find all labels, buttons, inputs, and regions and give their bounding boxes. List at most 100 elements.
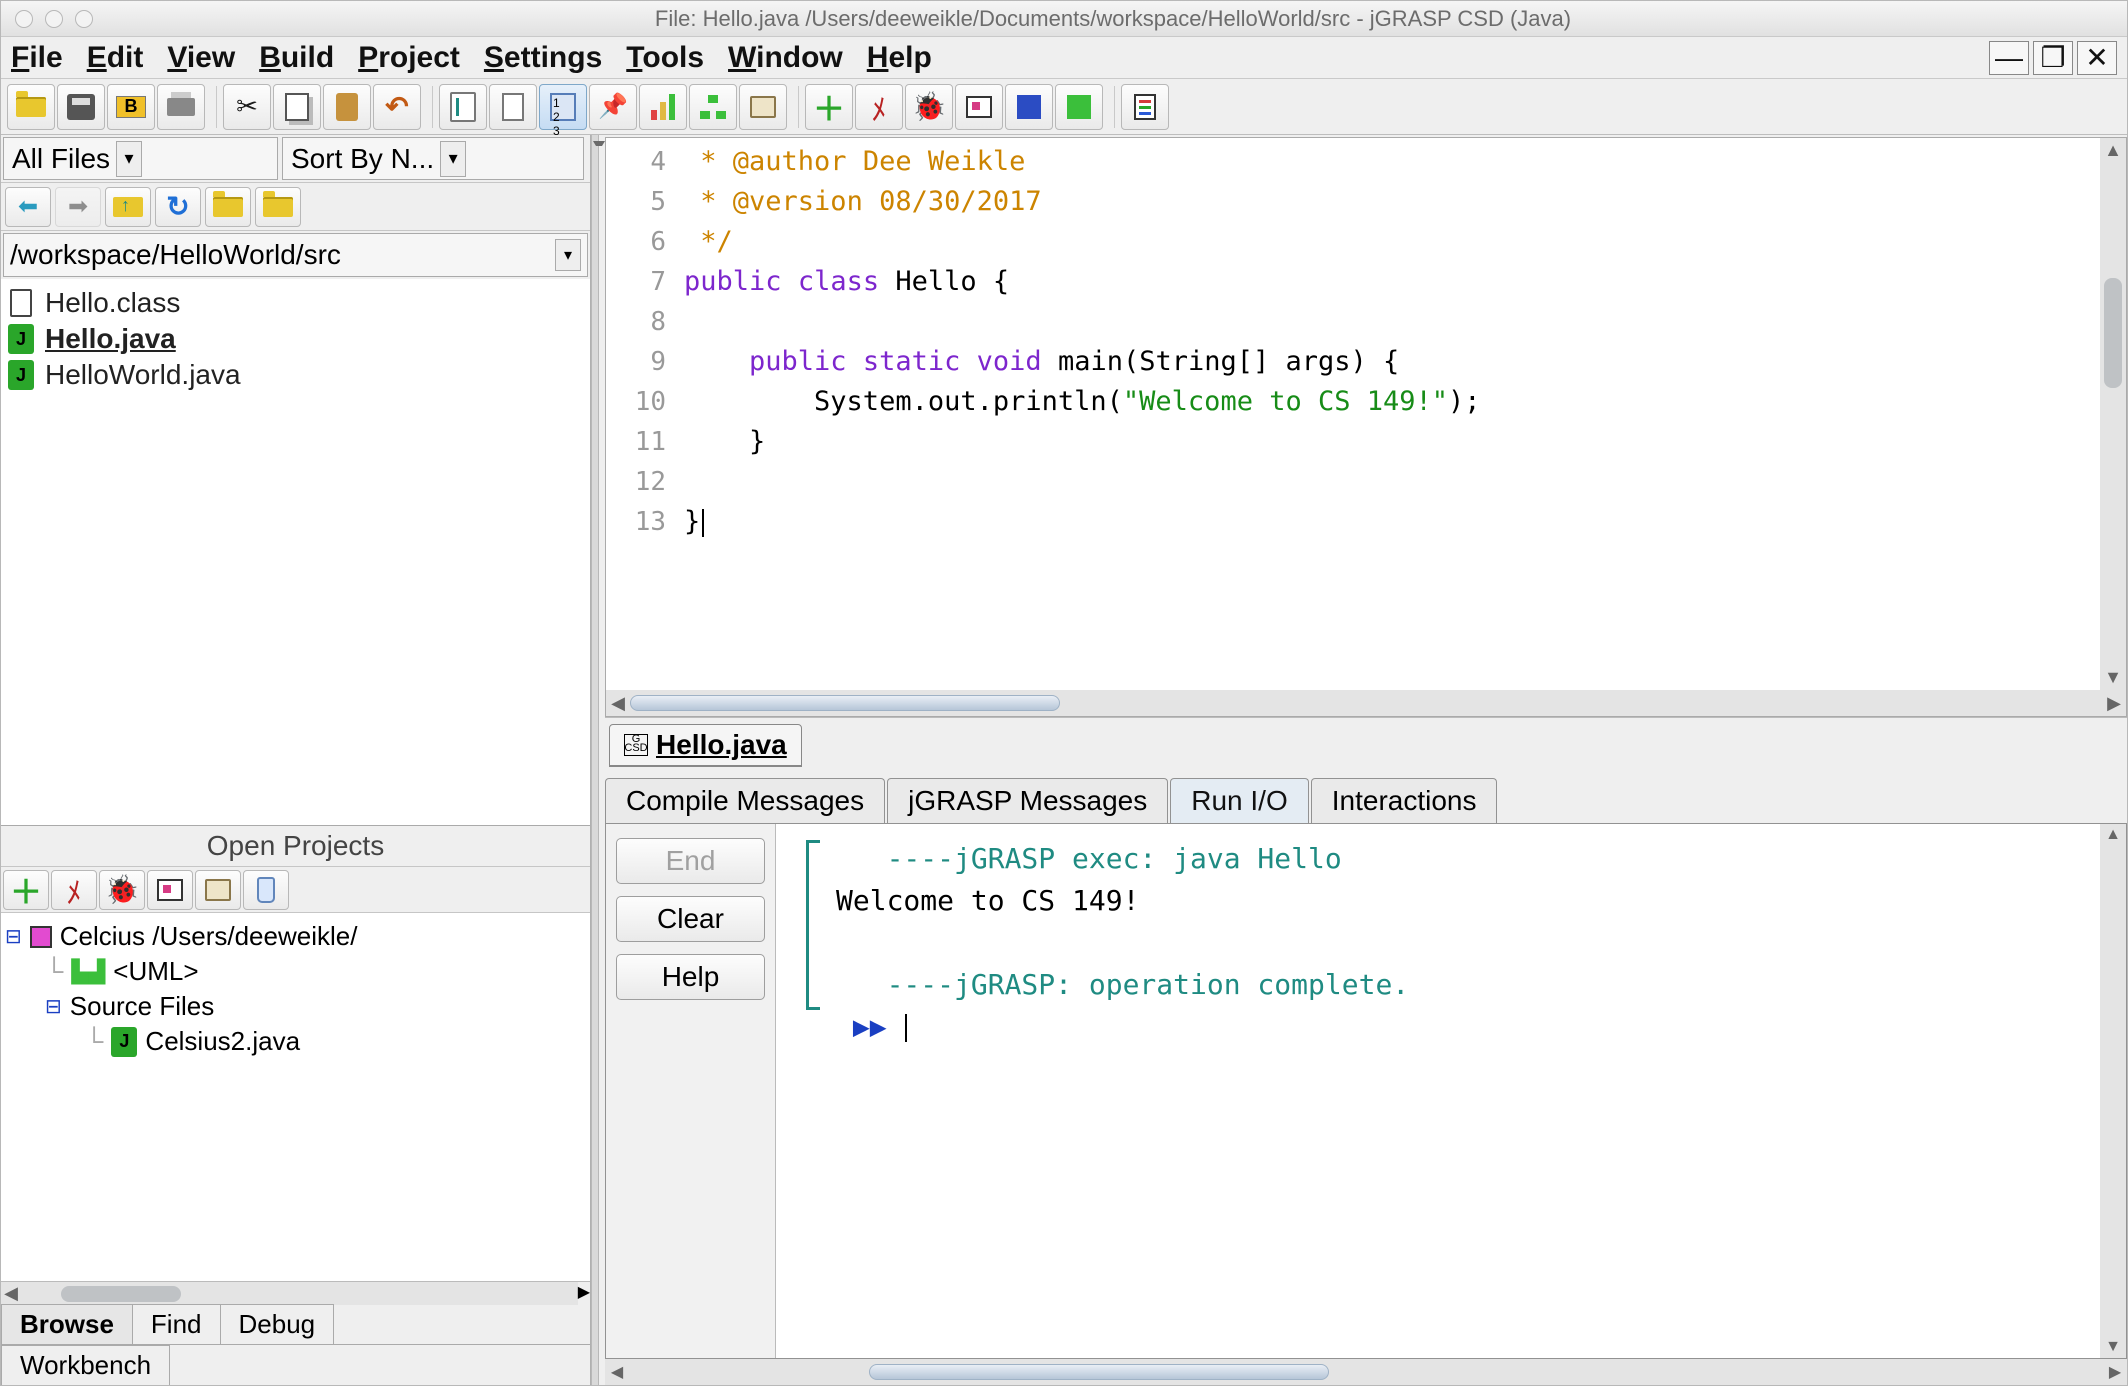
console-hscroll[interactable]: ◀ ▶ <box>605 1359 2127 1385</box>
sort-dropdown[interactable]: Sort By N... ▾ <box>282 137 584 180</box>
vertical-splitter[interactable] <box>591 135 599 1385</box>
sort-label: Sort By N... <box>291 143 434 175</box>
title-bar: File: Hello.java /Users/deeweikle/Docume… <box>1 1 2127 37</box>
file-name: HelloWorld.java <box>45 359 241 391</box>
expand-icon[interactable]: ⊟ <box>45 994 62 1019</box>
proj-run-icon[interactable]: ﾒ <box>51 870 97 910</box>
new-page-icon[interactable] <box>489 84 537 130</box>
back-icon[interactable]: ⬅ <box>5 187 51 227</box>
menu-project[interactable]: Project <box>358 41 460 75</box>
csd-icon[interactable] <box>439 84 487 130</box>
nav-row: ⬅ ➡ ↑ ↻ <box>1 183 590 231</box>
save-icon[interactable] <box>57 84 105 130</box>
debug-bug-icon[interactable]: 🐞 <box>905 84 953 130</box>
open-icon[interactable] <box>7 84 55 130</box>
proj-plus-icon[interactable]: ＋ <box>3 870 49 910</box>
chart-icon[interactable] <box>639 84 687 130</box>
file-item[interactable]: JHelloWorld.java <box>7 357 584 393</box>
file-item[interactable]: JHello.java <box>7 321 584 357</box>
blue-square-icon[interactable] <box>1005 84 1053 130</box>
folder1-icon[interactable] <box>205 187 251 227</box>
chevron-down-icon[interactable]: ▾ <box>555 239 581 271</box>
tab-debug[interactable]: Debug <box>220 1304 335 1344</box>
file-item[interactable]: Hello.class <box>7 285 584 321</box>
code-content[interactable]: * @author Dee Weikle * @version 08/30/20… <box>676 138 2100 690</box>
file-list[interactable]: Hello.classJHello.javaJHelloWorld.java <box>1 279 590 825</box>
console-help-button[interactable]: Help <box>616 954 765 1000</box>
refresh-icon[interactable]: ↻ <box>155 187 201 227</box>
undo-icon[interactable]: ↶ <box>373 84 421 130</box>
tab-workbench[interactable]: Workbench <box>1 1345 170 1385</box>
book-icon[interactable] <box>739 84 787 130</box>
java-file-icon: J <box>111 1027 137 1057</box>
tab-find[interactable]: Find <box>132 1304 221 1344</box>
project-tree[interactable]: ⊟ Celcius /Users/deeweikle/ └ ▙▟ <UML> ⊟… <box>1 913 590 1281</box>
editor-hscroll[interactable]: ◀▶ <box>606 690 2126 716</box>
left-tabs-row1: Browse Find Debug <box>1 1305 590 1345</box>
minimize-button[interactable]: — <box>1989 41 2029 75</box>
save-b-icon[interactable]: B <box>107 84 155 130</box>
editor-vscroll[interactable]: ▲▼ <box>2100 138 2126 690</box>
line-numbers-icon[interactable]: 123 <box>539 84 587 130</box>
message-tab-run-i-o[interactable]: Run I/O <box>1170 778 1308 823</box>
menu-view[interactable]: View <box>167 41 235 75</box>
doc-lines-icon[interactable] <box>1121 84 1169 130</box>
print-icon[interactable] <box>157 84 205 130</box>
maximize-button[interactable]: ❐ <box>2033 41 2073 75</box>
uml-small-icon: ▙▟ <box>71 959 105 985</box>
proj-bug-icon[interactable]: 🐞 <box>99 870 145 910</box>
zoom-light[interactable] <box>75 10 93 28</box>
proj-jar-icon[interactable] <box>243 870 289 910</box>
tab-browse[interactable]: Browse <box>1 1304 133 1344</box>
cut-icon[interactable]: ✂ <box>223 84 271 130</box>
copy-icon[interactable] <box>273 84 321 130</box>
console-end-button[interactable]: End <box>616 838 765 884</box>
console-clear-button[interactable]: Clear <box>616 896 765 942</box>
chevron-down-icon[interactable]: ▾ <box>440 141 466 177</box>
menu-edit[interactable]: Edit <box>87 41 144 75</box>
run-icon[interactable]: ﾒ <box>855 84 903 130</box>
menu-settings[interactable]: Settings <box>484 41 602 75</box>
minimize-light[interactable] <box>45 10 63 28</box>
projector-icon[interactable] <box>955 84 1003 130</box>
pin-icon[interactable]: 📌 <box>589 84 637 130</box>
tree-uml[interactable]: └ ▙▟ <UML> <box>5 954 586 989</box>
proj-book-icon[interactable] <box>195 870 241 910</box>
menu-window[interactable]: Window <box>728 41 843 75</box>
menu-file[interactable]: File <box>11 41 63 75</box>
right-panel: 45678910111213 * @author Dee Weikle * @v… <box>599 135 2127 1385</box>
uml-label: <UML> <box>113 956 198 987</box>
tree-file[interactable]: └ J Celsius2.java <box>5 1024 586 1059</box>
expand-icon[interactable]: ⊟ <box>5 924 22 949</box>
project-name: Celcius /Users/deeweikle/ <box>60 921 358 952</box>
menu-build[interactable]: Build <box>259 41 334 75</box>
paste-icon[interactable] <box>323 84 371 130</box>
folder2-icon[interactable] <box>255 187 301 227</box>
console-output[interactable]: ----jGRASP exec: java Hello Welcome to C… <box>776 824 2126 1358</box>
code-editor[interactable]: 45678910111213 * @author Dee Weikle * @v… <box>606 138 2126 690</box>
proj-projector-icon[interactable] <box>147 870 193 910</box>
tree-src[interactable]: ⊟ Source Files <box>5 989 586 1024</box>
file-filter-dropdown[interactable]: All Files ▾ <box>3 137 278 180</box>
left-panel: All Files ▾ Sort By N... ▾ ⬅ ➡ ↑ ↻ /w <box>1 135 591 1385</box>
editor-tab-hello[interactable]: GCSD Hello.java <box>609 724 802 767</box>
green-square-icon[interactable] <box>1055 84 1103 130</box>
forward-icon[interactable]: ➡ <box>55 187 101 227</box>
menu-tools[interactable]: Tools <box>626 41 704 75</box>
folder-up-icon[interactable]: ↑ <box>105 187 151 227</box>
message-tab-interactions[interactable]: Interactions <box>1311 778 1498 823</box>
message-tab-compile-messages[interactable]: Compile Messages <box>605 778 885 823</box>
create-plus-icon[interactable]: ＋ <box>805 84 853 130</box>
tree-root[interactable]: ⊟ Celcius /Users/deeweikle/ <box>5 919 586 954</box>
path-field[interactable]: /workspace/HelloWorld/src ▾ <box>3 233 588 277</box>
console-vscroll[interactable]: ▲ ▼ <box>2100 824 2126 1358</box>
chevron-down-icon[interactable]: ▾ <box>116 141 142 177</box>
menu-help[interactable]: Help <box>867 41 932 75</box>
uml-icon[interactable] <box>689 84 737 130</box>
projects-hscroll[interactable]: ◀▶ <box>1 1281 590 1305</box>
message-tab-jgrasp-messages[interactable]: jGRASP Messages <box>887 778 1168 823</box>
file-filter-label: All Files <box>12 143 110 175</box>
close-light[interactable] <box>15 10 33 28</box>
console-bracket <box>776 824 826 1358</box>
close-button[interactable]: ✕ <box>2077 41 2117 75</box>
